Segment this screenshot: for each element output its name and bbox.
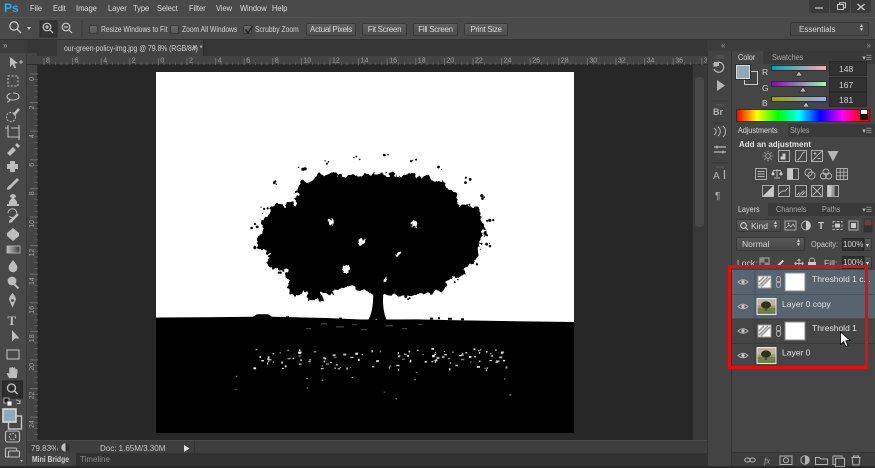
svg-text:Br: Br [713,107,723,117]
svg-text:¶: ¶ [715,191,720,202]
svg-text:18: 18 [29,334,36,342]
svg-text:10: 10 [29,220,36,228]
svg-text:14: 14 [29,277,36,285]
svg-text:20: 20 [29,363,36,371]
svg-text:A: A [713,171,720,182]
svg-text:T: T [8,313,17,328]
svg-text:T: T [818,221,824,232]
svg-text:24: 24 [29,420,36,428]
svg-text:0: 0 [29,77,36,81]
svg-text:fx: fx [764,456,770,466]
svg-text:16: 16 [29,306,36,314]
svg-text:22: 22 [29,392,36,400]
svg-text:12: 12 [29,249,36,257]
svg-text:2: 2 [29,106,36,110]
svg-text:8: 8 [29,191,36,195]
svg-text:6: 6 [29,163,36,167]
svg-text:4: 4 [29,134,36,138]
